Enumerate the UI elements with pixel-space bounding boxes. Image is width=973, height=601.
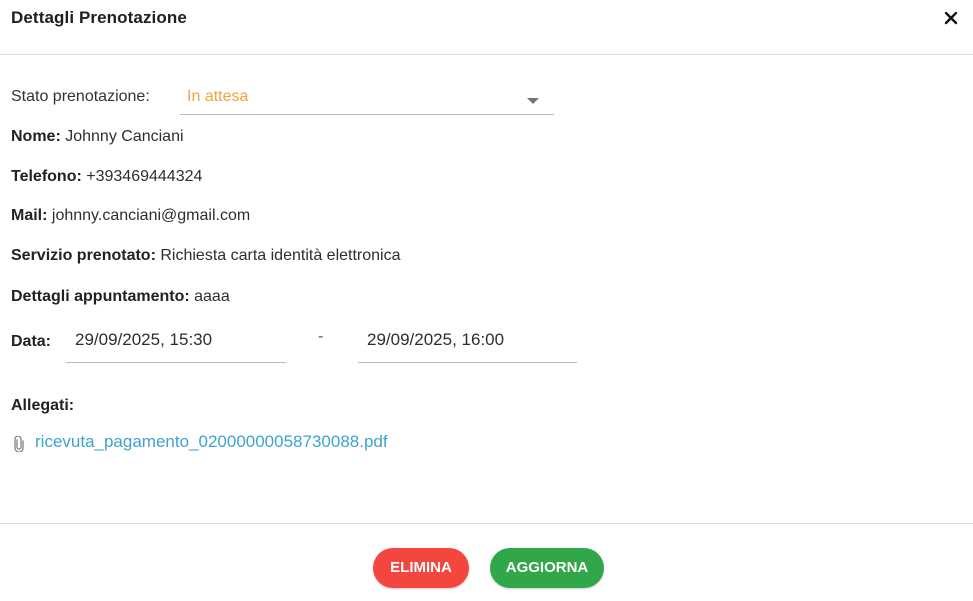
appointment-details-row: Dettagli appuntamento: aaaa [11, 288, 230, 306]
name-label: Nome: [11, 128, 61, 145]
date-label-wrap: Data: [11, 333, 51, 351]
name-value: Johnny Canciani [65, 128, 184, 145]
date-label: Data: [11, 333, 52, 350]
attachments-label: Allegati: [11, 397, 75, 414]
status-select[interactable]: In attesa [180, 84, 554, 115]
appointment-details-label: Dettagli appuntamento: [11, 288, 190, 305]
status-selected-value: In attesa [187, 88, 249, 105]
phone-row: Telefono: +393469444324 [11, 168, 202, 186]
modal-header: Dettagli Prenotazione [0, 0, 973, 55]
close-button[interactable] [939, 6, 963, 30]
phone-label: Telefono: [11, 168, 82, 185]
date-start-input[interactable]: 29/09/2025, 15:30 [66, 322, 286, 363]
attachment-filename: ricevuta_pagamento_02000000058730088.pdf [35, 432, 388, 451]
service-row: Servizio prenotato: Richiesta carta iden… [11, 247, 400, 265]
mail-value: johnny.canciani@gmail.com [51, 207, 251, 224]
date-start-value: 29/09/2025, 15:30 [75, 330, 213, 349]
phone-value: +393469444324 [86, 168, 203, 185]
close-icon [944, 11, 958, 25]
update-button[interactable]: AGGIORNA [490, 548, 604, 588]
mail-label: Mail: [11, 207, 48, 224]
date-separator: - [318, 328, 324, 345]
service-label: Servizio prenotato: [11, 247, 156, 264]
chevron-down-icon [527, 98, 539, 104]
mail-row: Mail: johnny.canciani@gmail.com [11, 207, 250, 225]
service-value: Richiesta carta identità elettronica [160, 247, 401, 264]
date-end-input[interactable]: 29/09/2025, 16:00 [358, 322, 577, 363]
delete-button[interactable]: ELIMINA [373, 548, 469, 588]
date-end-value: 29/09/2025, 16:00 [367, 330, 505, 349]
modal-title: Dettagli Prenotazione [11, 8, 187, 27]
paperclip-icon [14, 436, 24, 452]
name-row: Nome: Johnny Canciani [11, 128, 184, 146]
booking-details-modal: Dettagli Prenotazione Stato prenotazione… [0, 0, 973, 601]
appointment-details-value: aaaa [194, 288, 230, 305]
attachments-heading: Allegati: [11, 397, 74, 415]
status-label: Stato prenotazione: [11, 88, 150, 105]
footer-divider [0, 523, 973, 524]
